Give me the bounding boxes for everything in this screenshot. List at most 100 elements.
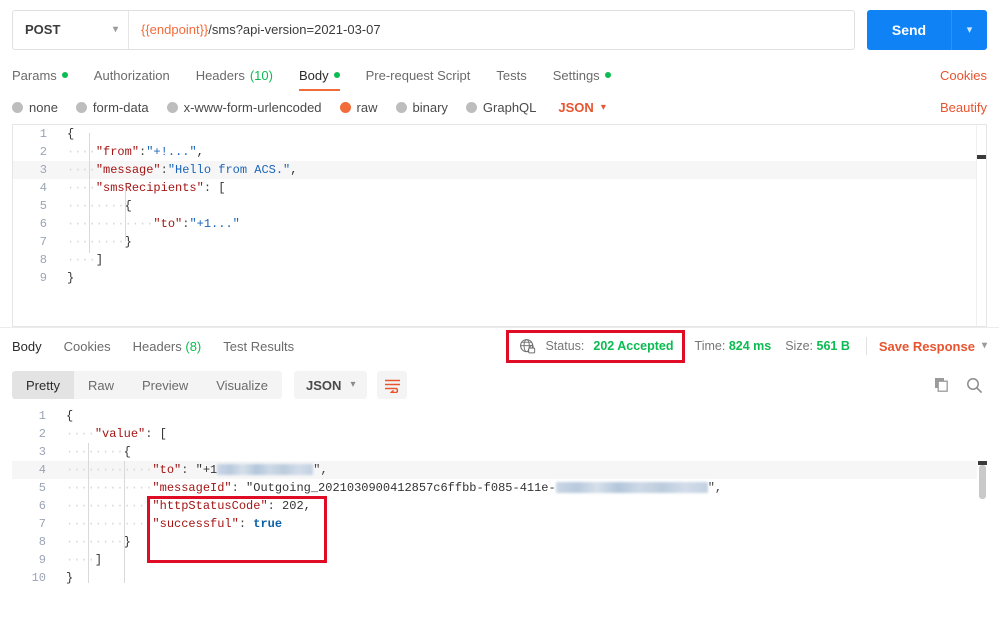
copy-icon — [935, 378, 948, 392]
response-toolbar-actions — [934, 377, 987, 394]
line-content: ········{ — [67, 199, 132, 213]
line-number: 7 — [39, 235, 47, 249]
request-editor-scrollbar[interactable] — [976, 125, 986, 326]
send-button[interactable]: Send — [867, 9, 951, 50]
http-method-select[interactable]: POST ▾ — [13, 10, 129, 49]
search-icon — [967, 377, 983, 393]
view-mode-visualize[interactable]: Visualize — [202, 371, 282, 399]
view-mode-preview[interactable]: Preview — [128, 371, 202, 399]
status-dot-icon — [604, 72, 611, 78]
line-content: ········{ — [66, 445, 131, 459]
radio-label: x-www-form-urlencoded — [183, 100, 322, 115]
size-stat: Size: 561 B — [785, 339, 850, 353]
line-content: ········} — [67, 235, 132, 249]
tab-authorization[interactable]: Authorization — [81, 59, 183, 91]
radio-icon-selected — [339, 102, 351, 113]
line-content: { — [67, 127, 75, 141]
time-label: Time: — [694, 339, 726, 353]
response-tab-test-results[interactable]: Test Results — [223, 339, 294, 354]
chevron-down-icon: ▾ — [600, 101, 606, 113]
radio-icon — [465, 102, 477, 113]
radio-label: none — [29, 100, 58, 115]
line-number: 1 — [38, 409, 46, 423]
request-code[interactable]: 1{2 ····"from":"+!...", 3 ····"message":"He… — [13, 125, 986, 326]
code-line: 3 ····"message":"Hello from ACS.", — [13, 161, 986, 179]
radio-label: binary — [412, 100, 448, 115]
scroll-thumb[interactable] — [979, 465, 986, 499]
line-content: } — [66, 571, 74, 585]
line-content: ············"successful": true — [66, 517, 283, 531]
response-tab-cookies[interactable]: Cookies — [64, 339, 111, 354]
body-type-none[interactable]: none — [12, 100, 58, 115]
view-mode-pretty[interactable]: Pretty — [12, 371, 74, 399]
code-line: 6 ············"to":"+1..." — [13, 215, 986, 233]
globe-lock-icon — [520, 338, 536, 353]
request-tabs: Params Authorization Headers (10) Body P… — [12, 59, 926, 91]
code-line: 4 ············"to": "+1 ", — [12, 461, 987, 479]
response-tab-body[interactable]: Body — [12, 339, 42, 354]
tab-body[interactable]: Body — [286, 59, 353, 91]
tab-pre-request-script[interactable]: Pre-request Script — [353, 59, 484, 91]
status-dot-icon — [333, 72, 340, 78]
word-wrap-button[interactable] — [377, 371, 408, 399]
indent-guide — [125, 187, 126, 241]
tab-settings[interactable]: Settings — [540, 59, 624, 91]
line-number: 5 — [38, 481, 46, 495]
body-type-raw[interactable]: raw — [339, 100, 378, 115]
code-line: 7 ············"successful": true — [12, 515, 987, 533]
response-meta-bar: Body Cookies Headers (8) Test Results St… — [0, 327, 999, 364]
save-response-label: Save Response — [878, 338, 975, 354]
raw-format-label: JSON — [558, 100, 594, 115]
line-number: 8 — [38, 535, 46, 549]
save-response-button[interactable]: Save Response ▾ — [879, 339, 987, 354]
tab-label: Tests — [496, 67, 527, 83]
tab-tests[interactable]: Tests — [483, 59, 539, 91]
body-type-radios: none form-data x-www-form-urlencoded raw… — [12, 100, 940, 115]
line-content: ····"message":"Hello from ACS.", — [67, 163, 298, 177]
postman-request-response-pane: POST ▾ {{endpoint}}/sms?api-version=2021… — [0, 0, 999, 641]
code-line: 1{ — [12, 407, 987, 425]
response-body-editor[interactable]: 1{2 ····"value": [3 ········{4 ············… — [12, 406, 987, 641]
tab-label: Authorization — [93, 67, 170, 83]
chevron-down-icon: ▾ — [981, 340, 987, 351]
request-body-editor[interactable]: 1{2 ····"from":"+!...", 3 ····"message":"He… — [12, 124, 987, 327]
response-view-mode-group: Pretty Raw Preview Visualize — [12, 371, 283, 399]
body-type-form-data[interactable]: form-data — [75, 100, 149, 115]
response-format-label: JSON — [306, 377, 342, 393]
tab-params[interactable]: Params — [12, 59, 81, 91]
url-path-text: /sms?api-version=2021-03-07 — [208, 22, 381, 37]
request-tabs-bar: Params Authorization Headers (10) Body P… — [0, 59, 999, 91]
body-type-x-www-form-urlencoded[interactable]: x-www-form-urlencoded — [166, 100, 322, 115]
response-tab-headers[interactable]: Headers (8) — [133, 339, 202, 354]
status-label: Status: — [545, 339, 585, 353]
line-number: 4 — [38, 463, 46, 477]
chevron-down-icon: ▾ — [350, 379, 356, 390]
body-type-binary[interactable]: binary — [395, 100, 448, 115]
cookies-link[interactable]: Cookies — [940, 68, 987, 83]
url-input[interactable]: {{endpoint}}/sms?api-version=2021-03-07 — [129, 11, 854, 49]
code-line: 8 ········} — [12, 533, 987, 551]
send-options-chevron-icon[interactable]: ▾ — [951, 9, 987, 50]
search-button[interactable] — [966, 377, 983, 394]
radio-label: raw — [356, 100, 378, 115]
radio-label: GraphQL — [482, 100, 537, 115]
line-number: 3 — [39, 163, 47, 177]
response-code[interactable]: 1{2 ····"value": [3 ········{4 ············… — [12, 407, 987, 641]
copy-button[interactable] — [934, 377, 950, 393]
raw-format-select[interactable]: JSON ▾ — [558, 100, 605, 115]
response-editor-scrollbar[interactable] — [977, 407, 987, 641]
line-number: 7 — [38, 517, 46, 531]
line-number: 2 — [38, 427, 46, 441]
tab-headers[interactable]: Headers (10) — [183, 59, 286, 91]
line-number: 6 — [39, 217, 47, 231]
beautify-link[interactable]: Beautify — [940, 100, 987, 115]
view-mode-raw[interactable]: Raw — [74, 371, 128, 399]
status-highlight-box: Status: 202 Accepted — [506, 329, 685, 363]
body-type-graphql[interactable]: GraphQL — [465, 100, 537, 115]
response-format-select[interactable]: JSON ▾ — [294, 371, 368, 399]
tab-count: (10) — [249, 67, 273, 83]
line-content: ····"from":"+!...", — [67, 145, 204, 159]
line-number: 9 — [39, 271, 47, 285]
tab-label: Settings — [552, 67, 600, 83]
divider — [865, 337, 867, 355]
